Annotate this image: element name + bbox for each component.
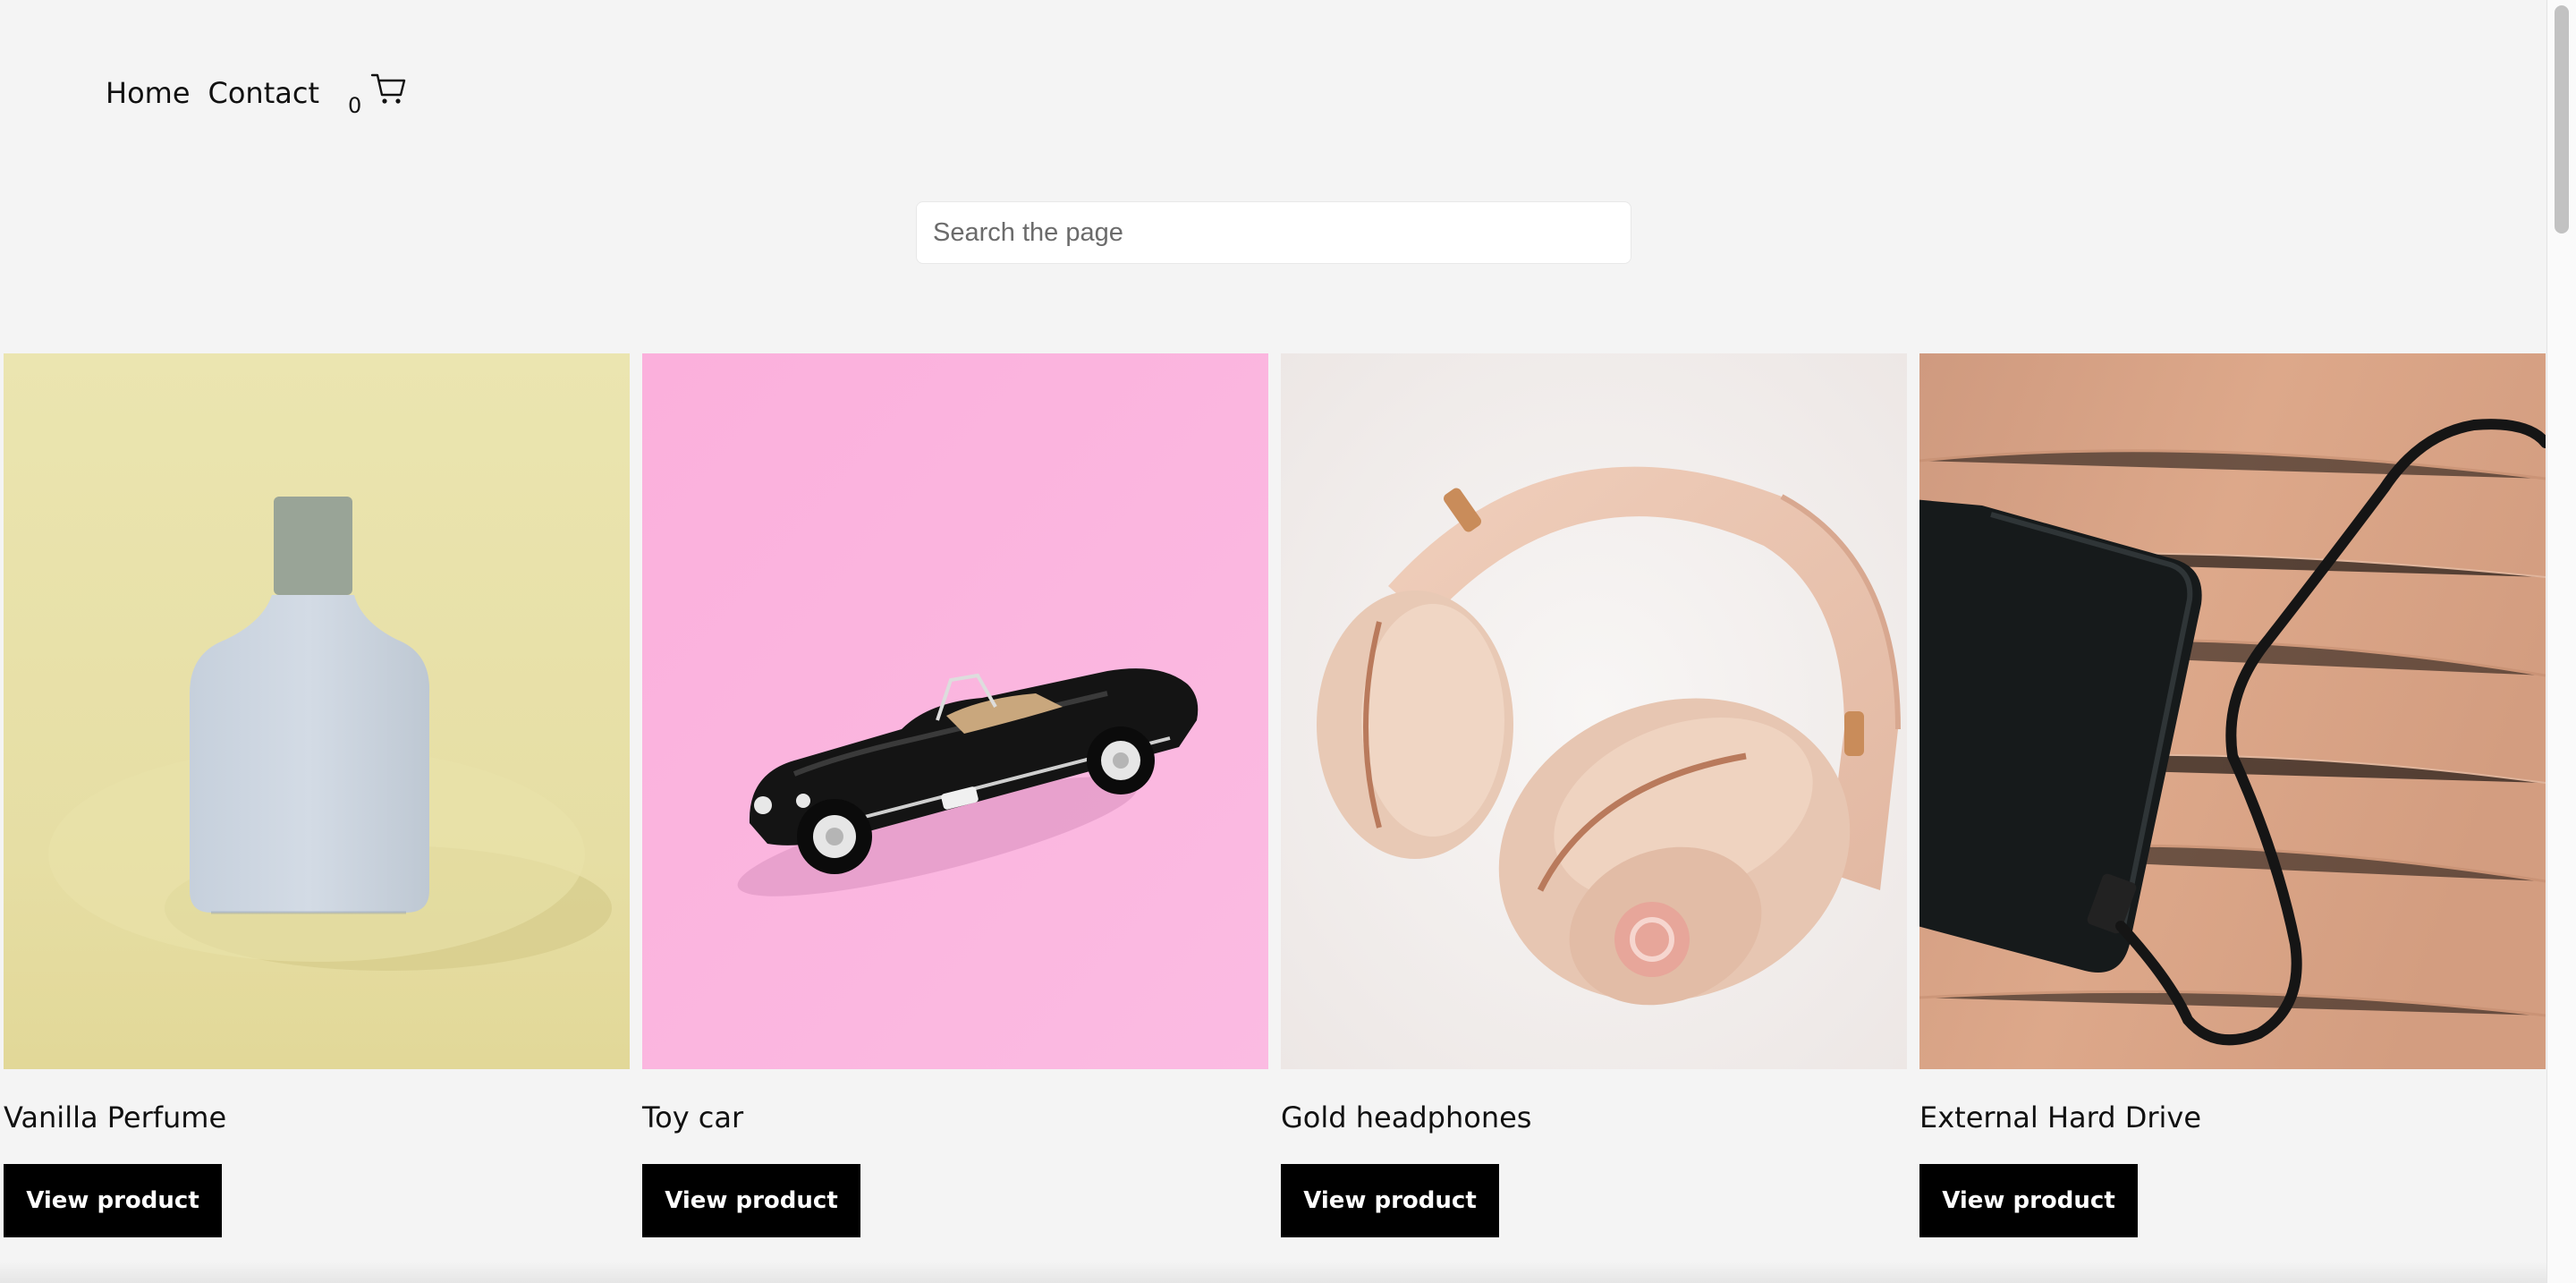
product-image-headphones[interactable] [1281,353,1907,1069]
cart-button[interactable]: 0 [348,68,408,118]
product-card: Vanilla Perfume View product [4,353,630,1237]
product-card: External Hard Drive View product [1919,353,2546,1237]
cart-count: 0 [348,93,362,118]
top-nav: Home Contact 0 [106,68,408,118]
vertical-scrollbar[interactable] [2546,0,2576,1283]
view-product-button[interactable]: View product [1281,1164,1499,1237]
search-input[interactable] [916,201,1631,264]
bottom-edge-shadow [0,1262,2547,1283]
view-product-button[interactable]: View product [1919,1164,2138,1237]
product-image-hard-drive[interactable] [1919,353,2546,1069]
product-title: External Hard Drive [1919,1100,2201,1134]
product-card: Gold headphones View product [1281,353,1907,1237]
product-title: Toy car [642,1100,744,1134]
cart-icon [371,73,406,104]
hard-drive-image [1919,353,2546,1069]
perfume-image [4,353,630,1069]
page: Home Contact 0 Search the page Vanilla P… [0,0,2576,1283]
scrollbar-thumb[interactable] [2555,5,2569,234]
product-card: Toy car View product [642,353,1268,1237]
headphones-image [1281,353,1907,1069]
product-image-toy-car[interactable] [642,353,1268,1069]
product-grid: Vanilla Perfume View product Toy car Vie… [4,353,2546,1237]
product-image-perfume[interactable] [4,353,630,1069]
product-title: Gold headphones [1281,1100,1532,1134]
nav-home-link[interactable]: Home [106,68,191,118]
product-title: Vanilla Perfume [4,1100,227,1134]
view-product-button[interactable]: View product [642,1164,860,1237]
nav-contact-link[interactable]: Contact [208,68,320,118]
view-product-button[interactable]: View product [4,1164,222,1237]
toy-car-image [642,353,1268,1069]
